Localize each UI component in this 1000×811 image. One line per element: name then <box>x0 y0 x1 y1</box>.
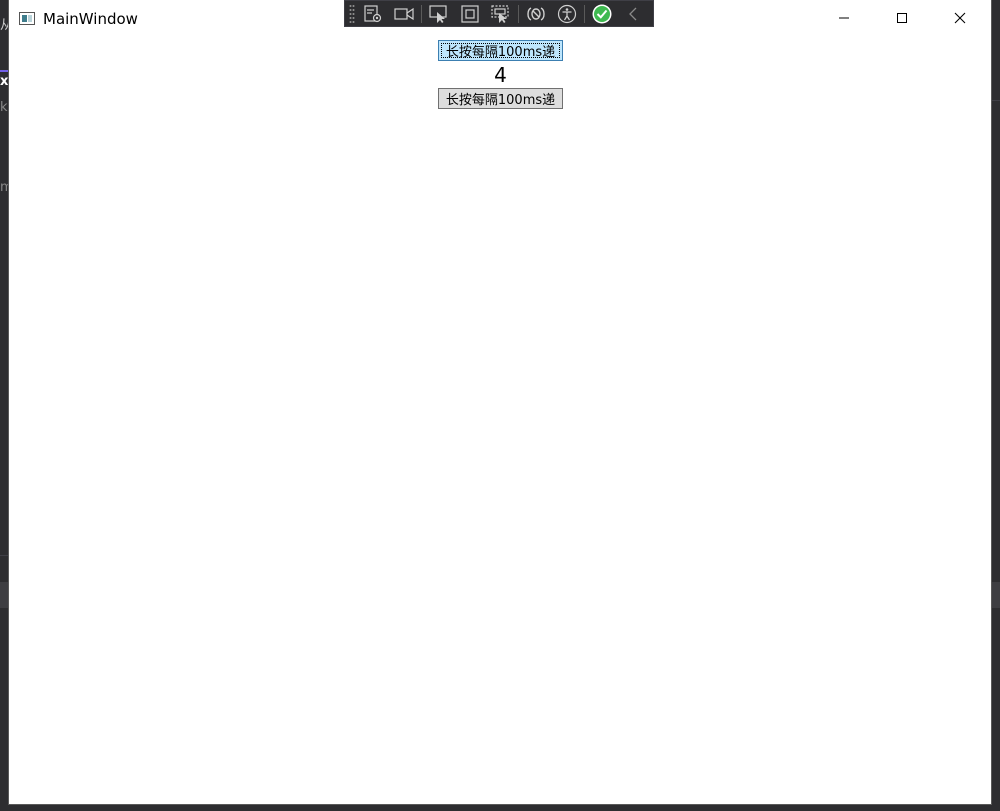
collapse-toolbar-button[interactable] <box>619 2 647 26</box>
accessibility-checker-button[interactable] <box>553 2 581 26</box>
toolbar-separator <box>518 4 519 23</box>
background-ide-right <box>990 0 1000 811</box>
debug-toolbar <box>344 0 654 27</box>
background-panel <box>991 582 1000 608</box>
app-window-icon <box>19 12 35 25</box>
toolbar-separator <box>584 4 585 23</box>
status-ok-button[interactable] <box>588 2 616 26</box>
checkmark-circle-icon <box>592 4 612 23</box>
select-element-icon <box>429 4 447 23</box>
client-area: 长按每隔100ms递 4 长按每隔100ms递 <box>9 38 991 804</box>
binding-icon <box>527 6 545 21</box>
live-visual-tree-button[interactable] <box>359 2 387 26</box>
minimize-icon <box>839 17 849 19</box>
track-focus-icon <box>491 4 509 23</box>
maximize-button[interactable] <box>873 0 931 36</box>
desktop: 从 x ka m MainWindow 长按每隔100ms递 4 长按每隔100… <box>0 0 1000 811</box>
long-press-decrement-button[interactable]: 长按每隔100ms递 <box>438 88 563 109</box>
binding-failures-button[interactable] <box>522 2 550 26</box>
toolbar-grip-icon[interactable] <box>349 3 355 24</box>
accessibility-icon <box>557 4 577 23</box>
background-text-fragment: x <box>0 74 9 89</box>
long-press-increment-button[interactable]: 长按每隔100ms递 <box>438 40 563 61</box>
select-element-button[interactable] <box>425 2 453 26</box>
background-divider <box>991 100 1000 101</box>
main-window: MainWindow 长按每隔100ms递 4 长按每隔100ms递 <box>9 0 991 804</box>
maximize-icon <box>897 13 907 23</box>
video-camera-button[interactable] <box>390 2 418 26</box>
live-visual-tree-icon <box>364 4 382 22</box>
counter-value: 4 <box>494 63 507 87</box>
video-camera-icon <box>394 7 414 20</box>
chevron-left-icon <box>629 7 637 20</box>
layout-adorner-button[interactable] <box>456 2 484 26</box>
minimize-button[interactable] <box>815 0 873 36</box>
toolbar-separator <box>421 4 422 23</box>
track-focus-button[interactable] <box>487 2 515 26</box>
window-title: MainWindow <box>43 10 138 28</box>
background-ide-bottom <box>0 804 1000 811</box>
close-button[interactable] <box>931 0 989 36</box>
layout-adorner-icon <box>461 4 479 23</box>
close-icon <box>954 12 966 24</box>
